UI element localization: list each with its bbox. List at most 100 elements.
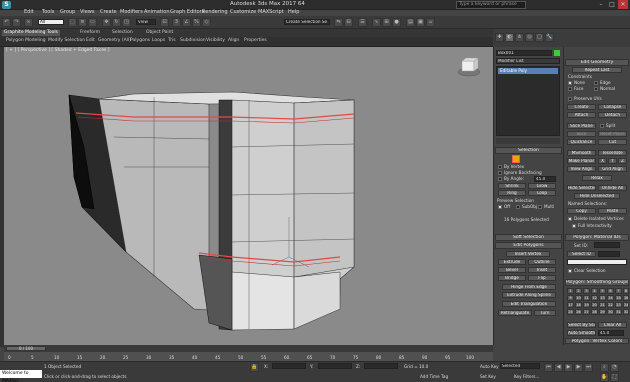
sg-button[interactable]: 19 (583, 302, 590, 308)
curve-editor-icon[interactable]: ∿ (372, 18, 381, 27)
detach-button[interactable]: Detach (598, 112, 627, 118)
auto-smooth-field[interactable]: 45.0 (598, 330, 624, 336)
extrude-button[interactable]: Extrude (498, 259, 526, 265)
grow-button[interactable]: Grow (528, 183, 556, 189)
ring-button[interactable]: Ring (498, 190, 526, 196)
subtab-edit[interactable]: Edit (84, 38, 97, 44)
sg-button[interactable]: 4 (591, 288, 598, 294)
soft-selection-rollout[interactable]: Soft Selection (495, 234, 562, 241)
cut-button[interactable]: Cut (598, 139, 627, 145)
sg-button[interactable]: 11 (583, 295, 590, 301)
sg-button[interactable]: 10 (575, 295, 582, 301)
view-align-button[interactable]: View Align (567, 166, 596, 172)
bridge-button[interactable]: Bridge (498, 275, 526, 281)
time-slider-handle[interactable]: 0 / 100 (6, 346, 46, 351)
subtab-properties[interactable]: Properties (242, 38, 269, 44)
constraint-none-radio[interactable] (568, 81, 572, 85)
sg-button[interactable]: 14 (607, 295, 614, 301)
selection-filter-dropdown[interactable]: All (38, 19, 64, 25)
display-panel-icon[interactable]: ▢ (535, 33, 544, 42)
planar-x-button[interactable]: X (598, 158, 607, 164)
edit-triangulation-button[interactable]: Edit Triangulation (502, 301, 556, 307)
snap-icon[interactable]: 3 (172, 18, 181, 27)
sg-button[interactable]: 24 (623, 302, 629, 308)
sg-button[interactable]: 15 (615, 295, 622, 301)
sg-button[interactable]: 27 (583, 309, 590, 315)
collapse-button[interactable]: Collapse (598, 104, 627, 110)
shrink-button[interactable]: Shrink (498, 183, 526, 189)
select-by-name-icon[interactable]: ≡ (78, 18, 87, 27)
stack-item-editable-poly[interactable]: Editable Poly (498, 68, 558, 74)
menu-graph-editors[interactable]: Graph Editors (170, 9, 204, 15)
render-setup-icon[interactable]: ▤ (406, 18, 415, 27)
hide-unselected-button[interactable]: Hide Unselected (574, 193, 620, 199)
tab-freeform[interactable]: Freeform (78, 30, 102, 36)
auto-key-label[interactable]: Auto Key (480, 364, 499, 369)
key-mode-dropdown[interactable]: Selected (500, 363, 540, 369)
sg-button[interactable]: 3 (583, 288, 590, 294)
preview-subobj-radio[interactable] (516, 205, 520, 209)
material-ids-rollout[interactable]: Polygon: Material IDs (565, 234, 629, 241)
sg-button[interactable]: 28 (591, 309, 598, 315)
tab-graphite-modeling[interactable]: Graphite Modeling Tools (2, 30, 61, 36)
make-planar-button[interactable]: Make Planar (567, 158, 596, 164)
angle-field[interactable]: 45.0 (534, 176, 556, 182)
sg-button[interactable]: 8 (623, 288, 629, 294)
relax-button[interactable]: Relax (582, 175, 612, 181)
percent-snap-icon[interactable]: % (192, 18, 201, 27)
menu-views[interactable]: Views (80, 9, 94, 15)
selection-rollout[interactable]: Selection (495, 147, 562, 154)
motion-panel-icon[interactable]: ◎ (525, 33, 534, 42)
msmooth-button[interactable]: MSmooth (567, 150, 596, 156)
move-icon[interactable]: ✥ (102, 18, 111, 27)
quickslice-button[interactable]: QuickSlice (567, 139, 596, 145)
unhide-all-button[interactable]: Unhide All (598, 185, 627, 191)
close-button[interactable]: ✕ (618, 0, 628, 9)
select-id-field[interactable] (598, 251, 620, 257)
repeat-last-button[interactable]: Repeat Last (572, 67, 622, 73)
redo-icon[interactable]: ↷ (12, 18, 21, 27)
reset-plane-button[interactable]: Reset Plane (598, 131, 627, 137)
orbit-icon[interactable]: ◔ (610, 363, 619, 372)
maxscript-listener[interactable]: Welcome to MAXScr (0, 370, 42, 382)
subtab-align[interactable]: Align (226, 38, 241, 44)
constraint-normal-radio[interactable] (594, 87, 598, 91)
material-editor-icon[interactable]: ● (392, 18, 401, 27)
inset-button[interactable]: Inset (528, 267, 556, 273)
angle-snap-icon[interactable]: ∠ (182, 18, 191, 27)
material-name-dropdown[interactable] (567, 259, 627, 265)
planar-z-button[interactable]: Z (618, 158, 627, 164)
clear-all-button[interactable]: Clear All (598, 322, 627, 328)
menu-maxscript[interactable]: MAXScript (258, 9, 284, 15)
sg-button[interactable]: 22 (607, 302, 614, 308)
tab-object-paint[interactable]: Object Paint (144, 30, 175, 36)
sg-button[interactable]: 7 (615, 288, 622, 294)
y-coordinate-field[interactable] (318, 363, 352, 369)
modify-panel-icon[interactable]: ◐ (505, 33, 514, 42)
turn-button[interactable]: Turn (534, 310, 556, 316)
sg-button[interactable]: 9 (567, 295, 574, 301)
create-panel-icon[interactable]: ✚ (495, 33, 504, 42)
sg-button[interactable]: 2 (575, 288, 582, 294)
track-bar[interactable]: 0 5 10 15 20 25 30 35 40 45 50 55 60 65 … (4, 352, 493, 361)
subtab-tris[interactable]: Tris (166, 38, 178, 44)
sg-button[interactable]: 18 (575, 302, 582, 308)
render-icon[interactable]: ☕ (426, 18, 435, 27)
subtab-polygons[interactable]: Polygons (128, 38, 152, 44)
split-checkbox[interactable] (600, 124, 604, 128)
copy-button[interactable]: Copy (567, 208, 596, 214)
sg-button[interactable]: 32 (623, 309, 629, 315)
sg-button[interactable]: 16 (623, 295, 629, 301)
rotate-icon[interactable]: ↻ (112, 18, 121, 27)
spinner-snap-icon[interactable]: ◇ (202, 18, 211, 27)
object-color-swatch[interactable] (554, 50, 560, 56)
grid-align-button[interactable]: Grid Align (598, 166, 627, 172)
object-name-field[interactable]: Box001 (496, 50, 552, 56)
set-key-label[interactable]: Set Key (480, 374, 496, 379)
select-object-icon[interactable]: ⬚ (68, 18, 77, 27)
menu-group[interactable]: Group (60, 9, 75, 15)
ignore-backfacing-checkbox[interactable] (498, 171, 502, 175)
sg-button[interactable]: 25 (567, 309, 574, 315)
add-time-tag[interactable]: Add Time Tag (420, 374, 448, 379)
sg-button[interactable]: 12 (591, 295, 598, 301)
